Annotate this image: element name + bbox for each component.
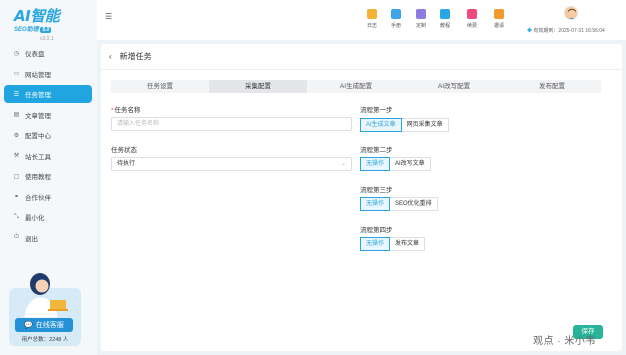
toolbar-renew[interactable]: 续费	[462, 9, 482, 29]
sidebar-item-label: 最小化	[25, 215, 45, 222]
sidebar-item-label: 文章管理	[25, 112, 51, 120]
settings-icon: ⚙	[13, 132, 20, 139]
step-2-option-ai-rewrite[interactable]: AI改写文章	[390, 157, 431, 171]
task-status-value: 待执行	[117, 161, 136, 167]
sidebar-item-label: 退出	[25, 235, 38, 243]
partner-icon: ⚭	[13, 194, 20, 200]
sidebar-item-label: 任务管理	[25, 92, 51, 99]
chevron-down-icon: ⌄	[340, 161, 346, 167]
top-bar: ☰ 日志 手册 定制 教程 续费 邀请 ◆ 有效期到：2025-07-31 16…	[97, 0, 626, 40]
step-1-label: 流程第一步	[360, 107, 393, 114]
sidebar-item-config[interactable]: ⚙ 配置中心	[4, 126, 92, 144]
sidebar-item-label: 配置中心	[25, 133, 51, 140]
config-tabs: 任务设置 采集配置 AI生成配置 AI改写配置 发布配置	[111, 80, 601, 93]
page-title: 新增任务	[119, 52, 152, 61]
task-name-input[interactable]: 请输入任务名称	[111, 117, 352, 131]
sidebar-item-tasks[interactable]: ☰ 任务管理	[4, 85, 92, 103]
step-4-label: 流程第四步	[360, 227, 393, 234]
required-mark: *	[111, 107, 114, 114]
sidebar-item-label: 仪表盘	[25, 51, 45, 58]
step-3-option-none[interactable]: 无操作	[360, 197, 391, 211]
step-4-options: 无操作 发布文章	[360, 237, 426, 251]
user-avatar-icon	[568, 8, 576, 19]
log-icon	[367, 9, 377, 19]
toolbar-manual[interactable]: 手册	[386, 9, 406, 29]
back-arrow-icon[interactable]: ‹	[109, 52, 112, 61]
toolbar-log-label: 日志	[366, 23, 377, 29]
logo-badge: 5.0	[40, 27, 52, 33]
step-2-option-none[interactable]: 无操作	[360, 157, 391, 171]
website-icon: ▭	[13, 71, 20, 77]
tab-publish-config[interactable]: 发布配置	[503, 80, 601, 93]
app-version: v3.0.1	[40, 36, 54, 42]
step-4-option-publish[interactable]: 发布文章	[390, 237, 426, 251]
watermark: 观点 · 米小韦	[533, 336, 596, 347]
expire-date: ◆ 有效期到：2025-07-31 16:56:04	[527, 28, 605, 34]
toolbar-tutorial[interactable]: 教程	[435, 9, 455, 29]
step-3-options: 无操作 SEO优化重排	[360, 197, 438, 211]
tools-icon: ⚒	[13, 153, 20, 159]
step-1-options: AI生成文章 网页采集文章	[360, 118, 449, 132]
sidebar-item-logout[interactable]: ⏻ 退出	[4, 229, 92, 247]
toolbar-manual-label: 手册	[390, 23, 401, 29]
custom-icon	[416, 9, 426, 19]
manual-icon	[391, 9, 401, 19]
panel-header: ‹ 新增任务	[101, 44, 622, 70]
tutorial-icon: ▢	[13, 173, 20, 180]
toolbar-invite-label: 邀请	[493, 23, 504, 29]
step-4-option-none[interactable]: 无操作	[360, 237, 391, 251]
task-icon: ☰	[13, 91, 20, 98]
step-3-label: 流程第三步	[360, 187, 393, 194]
task-status-select[interactable]: 待执行 ⌄	[111, 157, 352, 171]
toolbar-invite[interactable]: 邀请	[489, 9, 509, 29]
step-3-option-seo-optimize[interactable]: SEO优化重排	[390, 197, 438, 211]
sidebar-item-websites[interactable]: ▭ 网站管理	[4, 65, 92, 83]
sidebar-menu: ◷ 仪表盘 ▭ 网站管理 ☰ 任务管理 ▤ 文章管理 ⚙ 配置中心 ⚒ 站长工具 ▢ 使用教程…	[4, 44, 92, 249]
logout-icon: ⏻	[14, 234, 19, 240]
user-count: 用户总数：2248 人	[21, 337, 69, 343]
sidebar-item-label: 使用教程	[25, 174, 51, 181]
invite-icon	[494, 9, 504, 19]
step-1-option-ai-generate[interactable]: AI生成文章	[360, 118, 402, 132]
toolbar-renew-label: 续费	[466, 23, 477, 29]
toolbar-custom[interactable]: 定制	[411, 9, 431, 29]
minimize-icon: ⤡	[14, 213, 19, 220]
step-2-label: 流程第二步	[360, 147, 393, 154]
tutorial-video-icon	[440, 9, 450, 19]
step-1-option-web-collect[interactable]: 网页采集文章	[401, 118, 449, 132]
tab-ai-generate-config[interactable]: AI生成配置	[307, 80, 405, 93]
dashboard-icon: ◷	[13, 50, 20, 57]
sidebar-item-tutorial[interactable]: ▢ 使用教程	[4, 167, 92, 185]
toolbar-tutorial-label: 教程	[439, 23, 450, 29]
support-agent-illustration	[23, 273, 68, 318]
step-2-options: 无操作 AI改写文章	[360, 157, 431, 171]
renew-icon	[467, 9, 477, 19]
app-logo: AI智能 SEO助理 5.0	[14, 5, 84, 35]
sidebar-item-label: 站长工具	[25, 153, 51, 161]
task-name-label: *任务名称	[111, 107, 141, 114]
article-icon: ▤	[13, 112, 20, 118]
logo-sub-text: SEO助理 5.0	[14, 27, 52, 33]
toolbar-log[interactable]: 日志	[362, 9, 382, 29]
avatar[interactable]	[564, 6, 578, 20]
sidebar: AI智能 SEO助理 5.0 v3.0.1 ◷ 仪表盘 ▭ 网站管理 ☰ 任务管理 ▤…	[0, 0, 97, 355]
online-support-button[interactable]: 💬 在线客服	[15, 318, 73, 332]
task-status-label: 任务状态	[111, 147, 137, 154]
tab-task-settings[interactable]: 任务设置	[111, 80, 209, 93]
sidebar-item-tools[interactable]: ⚒ 站长工具	[4, 147, 92, 165]
logo-main-text: AI智能	[14, 7, 60, 25]
menu-collapse-icon[interactable]: ☰	[105, 12, 112, 21]
diamond-icon: ◆	[527, 28, 533, 34]
sidebar-item-label: 合作伙伴	[25, 194, 51, 202]
tab-collect-config[interactable]: 采集配置	[209, 80, 307, 93]
toolbar-custom-label: 定制	[415, 23, 426, 29]
online-support-label: 在线客服	[35, 322, 64, 329]
chat-icon: 💬	[24, 322, 33, 329]
sidebar-item-label: 网站管理	[25, 71, 51, 79]
sidebar-item-articles[interactable]: ▤ 文章管理	[4, 106, 92, 124]
sidebar-item-minimize[interactable]: ⤡ 最小化	[4, 208, 92, 226]
sidebar-item-partners[interactable]: ⚭ 合作伙伴	[4, 188, 92, 206]
sidebar-item-dashboard[interactable]: ◷ 仪表盘	[4, 44, 92, 62]
tab-ai-rewrite-config[interactable]: AI改写配置	[405, 80, 503, 93]
